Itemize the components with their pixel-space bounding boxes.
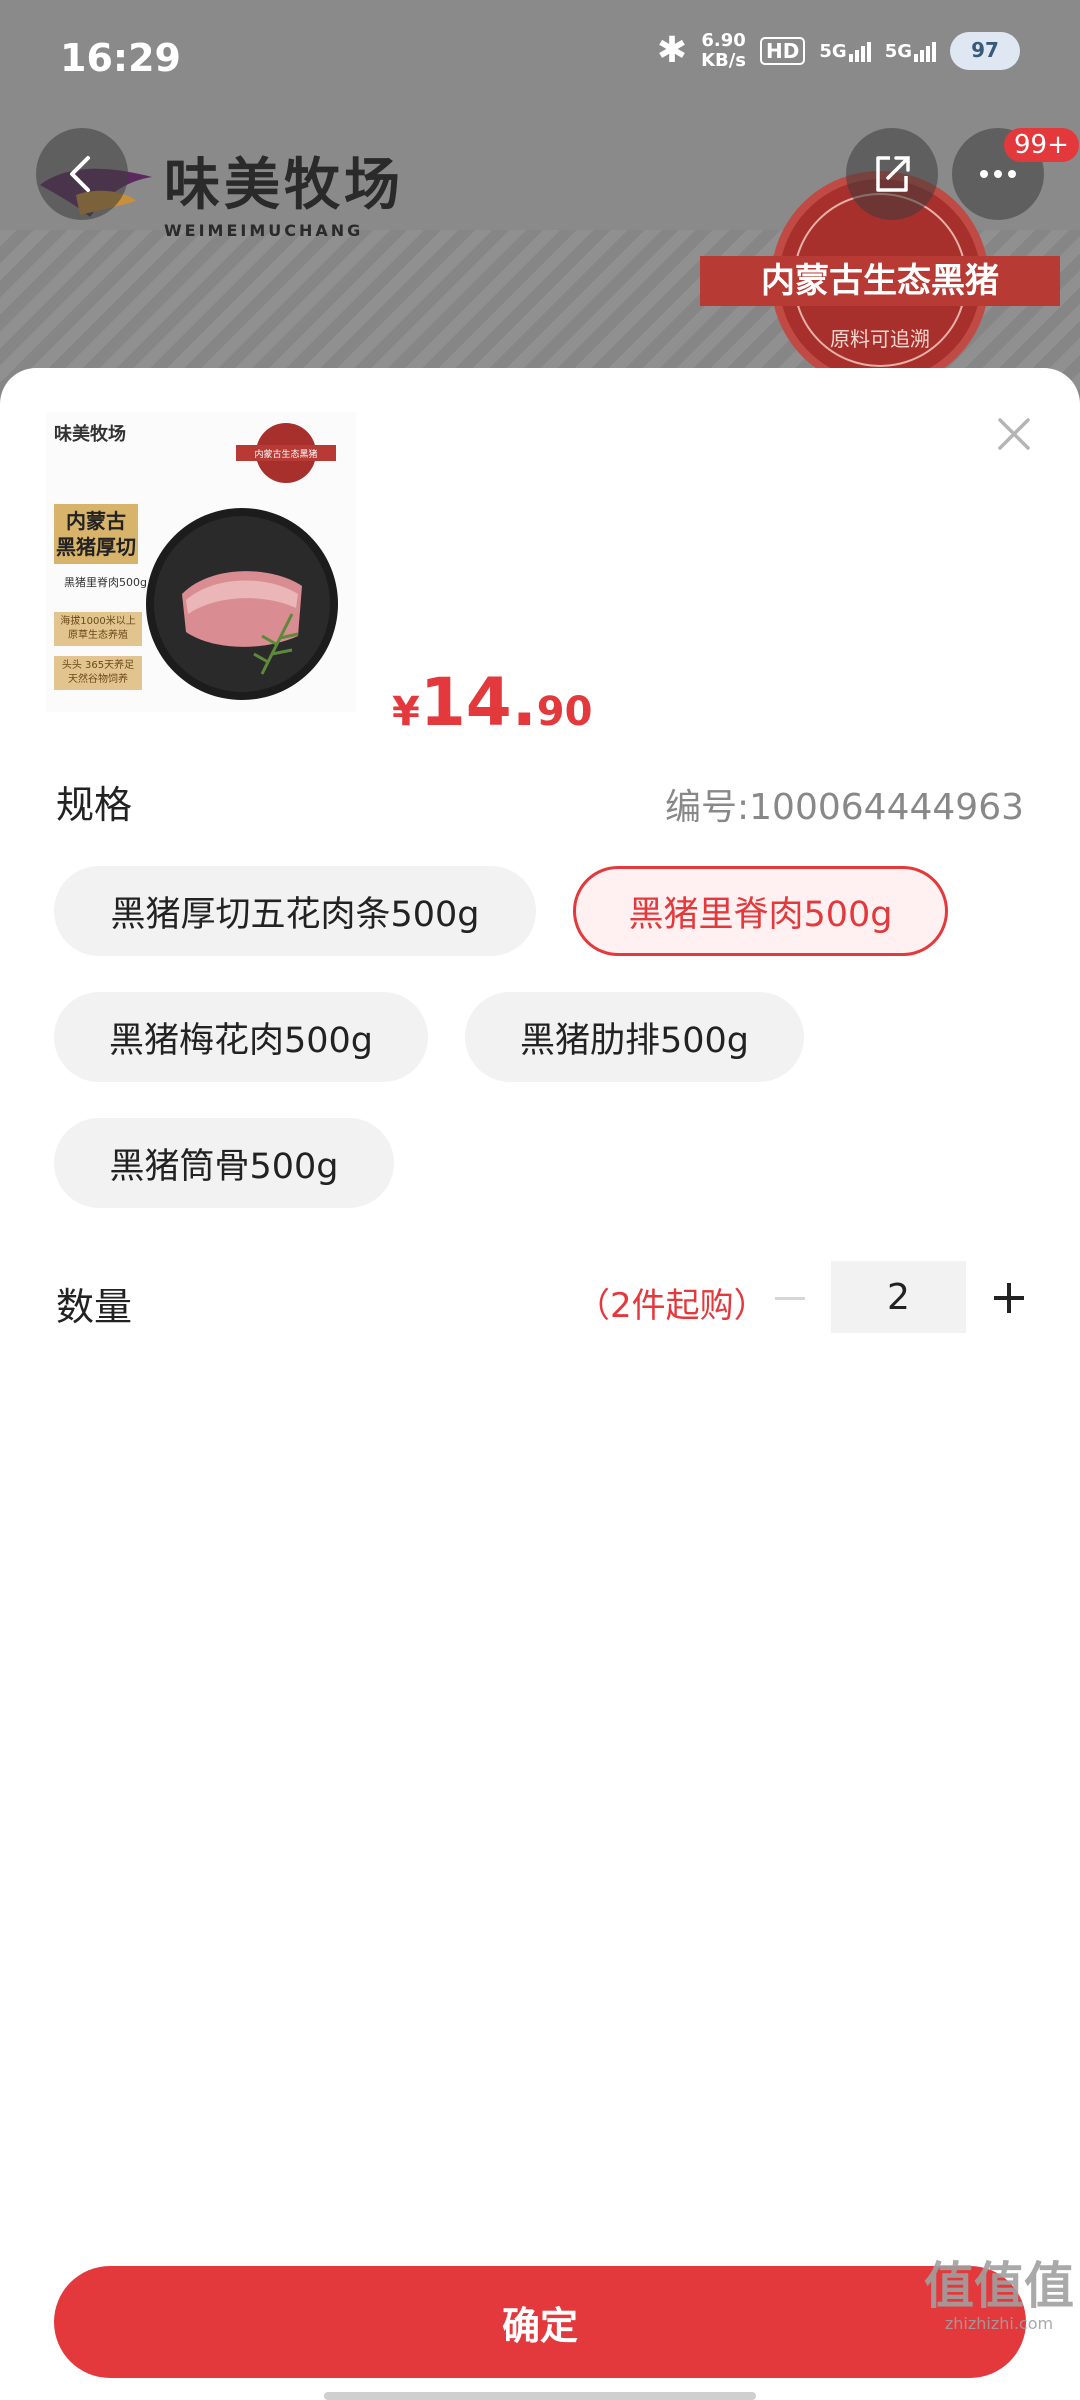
home-indicator[interactable] — [324, 2392, 756, 2400]
status-bar: 16:29 ✱ 6.90 KB/s HD 5G 5G 97 — [0, 0, 1080, 120]
status-icons: ✱ 6.90 KB/s HD 5G 5G 97 — [657, 30, 1020, 71]
message-badge: 99+ — [1004, 128, 1079, 162]
thumbnail-tag-line: 头头 365天养足 — [61, 660, 135, 671]
price: ¥14.90 — [392, 664, 592, 741]
back-button[interactable] — [36, 128, 128, 220]
status-time: 16:29 — [60, 36, 181, 80]
close-icon — [998, 418, 1030, 450]
confirm-button[interactable]: 确定 — [54, 2266, 1026, 2378]
brand-name-en: WEIMEIMUCHANG — [164, 221, 364, 240]
thumbnail-tag-line: 海拔1000米以上 — [60, 616, 136, 627]
signal-1-label: 5G — [819, 40, 847, 62]
share-icon — [876, 156, 910, 192]
spec-option[interactable]: 黑猪肋排500g — [465, 992, 804, 1082]
network-speed-unit: KB/s — [701, 49, 747, 71]
thumbnail-title-line1: 内蒙古 — [66, 509, 126, 533]
thumbnail-tag: 海拔1000米以上 原草生态养殖 — [54, 612, 142, 646]
watermark-main: 值值值 — [924, 2257, 1074, 2315]
network-speed: 6.90 KB/s — [701, 29, 747, 71]
hd-voice-icon: HD — [760, 36, 806, 65]
sku-number: 编号:100064444963 — [665, 787, 1024, 828]
thumbnail-title: 内蒙古 黑猪厚切 — [54, 504, 138, 564]
stamp-sub: 原料可追溯 — [830, 327, 930, 351]
thumbnail-tag-line: 天然谷物饲养 — [68, 674, 128, 685]
signal-2: 5G — [885, 40, 936, 62]
share-button[interactable] — [846, 128, 938, 220]
quantity-increase-button[interactable] — [990, 1268, 1030, 1328]
minimum-purchase-note: （2件起购） — [576, 1286, 768, 1326]
spec-option[interactable]: 黑猪厚切五花肉条500g — [54, 866, 536, 956]
spec-option[interactable]: 黑猪梅花肉500g — [54, 992, 428, 1082]
thumbnail-subtitle: 黑猪里脊肉500g — [64, 576, 147, 589]
watermark: 值值值 zhizhizhi.com — [924, 2258, 1074, 2333]
thumbnail-tag: 头头 365天养足 天然谷物饲养 — [54, 656, 142, 690]
minus-icon — [775, 1297, 805, 1300]
thumbnail-stamp: 内蒙古生态黑猪 — [236, 423, 336, 483]
spec-option-selected[interactable]: 黑猪里脊肉500g — [573, 866, 948, 956]
product-page-background: 16:29 ✱ 6.90 KB/s HD 5G 5G 97 味美牧场 WEIME… — [0, 0, 1080, 420]
price-currency: ¥ — [392, 689, 420, 735]
stamp-text: 内蒙古生态黑猪 — [761, 261, 999, 301]
price-decimal: 90 — [536, 689, 593, 735]
spec-selection-sheet: 味美牧场 内蒙古生态黑猪 内蒙古 黑猪厚切 黑猪里脊肉500g 海拔1000米以… — [0, 368, 1080, 2400]
product-thumbnail[interactable]: 味美牧场 内蒙古生态黑猪 内蒙古 黑猪厚切 黑猪里脊肉500g 海拔1000米以… — [46, 412, 356, 712]
quantity-input[interactable]: 2 — [831, 1261, 966, 1333]
signal-bars-icon — [848, 40, 871, 62]
battery-icon: 97 — [950, 31, 1020, 70]
bluetooth-icon: ✱ — [656, 30, 688, 71]
thumbnail-title-line2: 黑猪厚切 — [56, 535, 136, 559]
price-integer: 14. — [419, 664, 537, 741]
spec-section-title: 规格 — [56, 783, 133, 827]
thumbnail-stamp-text: 内蒙古生态黑猪 — [254, 448, 317, 460]
network-speed-value: 6.90 — [701, 29, 746, 51]
battery-level: 97 — [971, 37, 999, 62]
spec-option[interactable]: 黑猪筒骨500g — [54, 1118, 394, 1208]
thumbnail-brand: 味美牧场 — [54, 424, 126, 445]
back-arrow-icon — [70, 156, 90, 192]
thumbnail-tag-line: 原草生态养殖 — [68, 630, 128, 641]
signal-2-label: 5G — [884, 40, 912, 62]
quantity-section-title: 数量 — [56, 1285, 133, 1329]
close-button[interactable] — [986, 406, 1042, 462]
plus-icon — [1007, 1283, 1011, 1313]
meat-plate-image — [146, 508, 338, 700]
brand-name: 味美牧场 — [164, 153, 404, 218]
quantity-decrease-button[interactable] — [772, 1268, 822, 1328]
signal-bars-icon — [914, 40, 936, 62]
watermark-sub: zhizhizhi.com — [944, 2314, 1054, 2333]
signal-1: 5G — [819, 40, 871, 62]
